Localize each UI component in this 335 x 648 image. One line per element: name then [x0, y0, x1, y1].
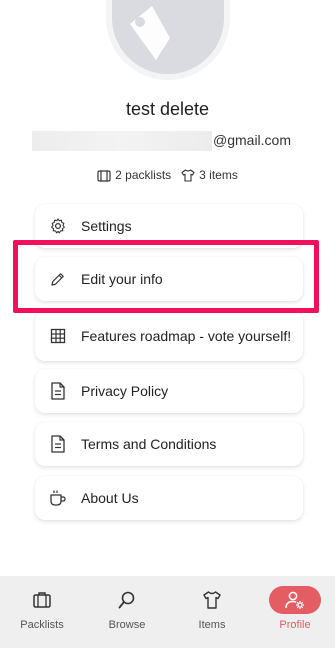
- tab-profile[interactable]: Profile: [255, 576, 335, 648]
- items-count: 3 items: [199, 168, 238, 182]
- tab-label: Browse: [108, 619, 146, 631]
- menu-item-settings[interactable]: Settings: [35, 204, 303, 248]
- suitcase-icon: [97, 169, 111, 182]
- pencil-icon: [35, 270, 81, 288]
- menu-label: Settings: [81, 217, 132, 234]
- menu-item-features-roadmap[interactable]: Features roadmap - vote yourself!: [35, 311, 303, 361]
- profile-name: test delete: [125, 99, 210, 119]
- email-redacted-block: [32, 131, 212, 151]
- search-icon: [117, 586, 137, 614]
- menu-label: Edit your info: [81, 270, 163, 287]
- tab-label: Packlists: [20, 619, 64, 631]
- tshirt-icon: [181, 168, 195, 182]
- tag-icon: [130, 6, 170, 60]
- grid-icon: [35, 328, 81, 344]
- menu-item-edit-info[interactable]: Edit your info: [35, 257, 303, 301]
- suitcase-icon: [32, 586, 52, 614]
- menu-label: Features roadmap - vote yourself!: [81, 327, 292, 344]
- packlists-count: 2 packlists: [115, 168, 172, 182]
- document-icon: [35, 382, 81, 400]
- email-domain: @gmail.com: [213, 132, 292, 148]
- menu-item-about-us[interactable]: About Us: [35, 476, 303, 520]
- bottom-tab-bar: Packlists Browse Items Profile: [0, 576, 335, 648]
- menu-item-privacy-policy[interactable]: Privacy Policy: [35, 369, 303, 413]
- tab-packlists[interactable]: Packlists: [0, 576, 84, 648]
- menu-label: Privacy Policy: [81, 382, 169, 399]
- menu-label: About Us: [81, 489, 139, 506]
- document-icon: [35, 435, 81, 453]
- tab-items[interactable]: Items: [170, 576, 254, 648]
- gear-icon: [35, 217, 81, 235]
- menu-item-terms[interactable]: Terms and Conditions: [35, 422, 303, 466]
- menu-label: Terms and Conditions: [81, 435, 217, 452]
- items-stat: 3 items: [181, 166, 238, 184]
- coffee-cup-icon: [35, 489, 81, 507]
- user-gear-icon: [269, 586, 321, 614]
- tab-label: Items: [198, 619, 226, 631]
- avatar: [106, 0, 230, 80]
- tab-browse[interactable]: Browse: [85, 576, 169, 648]
- email-row: @gmail.com: [0, 130, 335, 152]
- profile-stats: 2 packlists 3 items: [0, 166, 335, 184]
- packlists-stat: 2 packlists: [97, 166, 171, 184]
- tshirt-icon: [202, 586, 222, 614]
- tab-label: Profile: [279, 619, 311, 631]
